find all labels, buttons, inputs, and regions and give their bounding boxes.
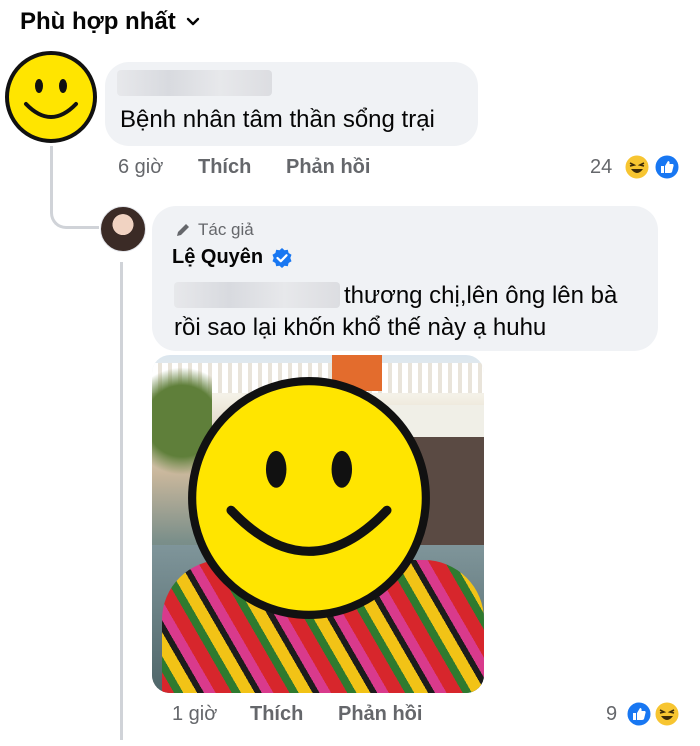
chevron-down-icon — [186, 17, 199, 26]
thread-line — [50, 146, 53, 184]
reply-reaction-count[interactable]: 9 — [606, 703, 617, 726]
reply-like-button[interactable]: Thích — [250, 703, 303, 726]
author-badge: Tác giả — [174, 220, 254, 240]
verified-badge-icon — [272, 247, 292, 268]
blurred-mention — [174, 282, 340, 308]
like-reaction-icon[interactable] — [626, 701, 652, 727]
reaction-count[interactable]: 24 — [590, 156, 612, 179]
reply-button[interactable]: Phản hồi — [286, 156, 370, 179]
reply-time[interactable]: 1 giờ — [172, 703, 217, 726]
attached-photo[interactable] — [152, 355, 484, 693]
reply-reply-button[interactable]: Phản hồi — [338, 703, 422, 726]
haha-reaction-icon[interactable] — [624, 154, 650, 180]
reply-bubble: Tác giả Lệ Quyên thương chị,lên ông lên … — [152, 206, 658, 351]
sort-dropdown[interactable]: Phù hợp nhất — [20, 8, 202, 36]
reply-text-line2: rồi sao lại khốn khổ thế này ạ huhu — [174, 314, 547, 341]
author-name-row[interactable]: Lệ Quyên — [172, 246, 293, 269]
reply-text-line1: thương chị,lên ông lên bà — [344, 282, 618, 309]
comment-time[interactable]: 6 giờ — [118, 156, 163, 179]
comment-bubble: Bệnh nhân tâm thần sổng trại — [105, 62, 478, 146]
like-reaction-icon[interactable] — [654, 154, 680, 180]
smiley-avatar-icon[interactable] — [4, 50, 98, 144]
sort-label: Phù hợp nhất — [20, 8, 176, 35]
blurred-username — [117, 70, 272, 96]
author-avatar[interactable] — [100, 206, 146, 252]
reply-thread-line — [120, 262, 123, 740]
haha-reaction-icon[interactable] — [654, 701, 680, 727]
pencil-icon — [177, 224, 189, 236]
thread-connector — [50, 180, 99, 229]
smiley-face-cover-icon — [188, 377, 430, 619]
author-badge-label: Tác giả — [198, 220, 254, 239]
author-name[interactable]: Lệ Quyên — [172, 246, 263, 269]
comment-text: Bệnh nhân tâm thần sổng trại — [120, 106, 435, 133]
like-button[interactable]: Thích — [198, 156, 251, 179]
